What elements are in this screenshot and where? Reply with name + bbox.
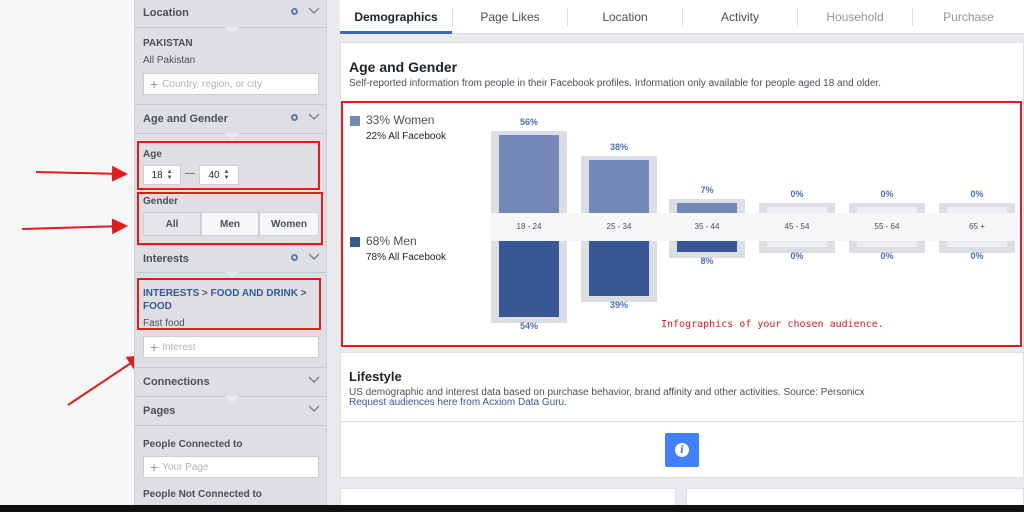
settings-icon[interactable] [291,7,298,15]
connections-heading: Connections [143,376,210,388]
age-gender-section-header[interactable]: Age and Gender [135,106,326,132]
interests-heading: Interests [143,253,189,265]
age-highlight-box [137,141,320,190]
tab-demographics[interactable]: Demographics [340,0,452,34]
settings-icon[interactable] [291,253,298,261]
section-notch [225,133,239,140]
active-tab-indicator [340,31,452,34]
arrow-interests [67,354,140,406]
interest-input[interactable]: + Interest [143,336,319,358]
divider [135,425,326,426]
tab-page-likes[interactable]: Page Likes [453,0,567,34]
pages-section-header[interactable]: Pages [135,398,326,424]
connected-page-input[interactable]: + Your Page [143,456,319,478]
chevron-down-icon[interactable] [308,113,320,121]
chevron-down-icon[interactable] [308,376,320,384]
tab-purchase[interactable]: Purchase [913,0,1024,34]
people-not-connected-label: People Not Connected to [143,489,262,500]
insights-tab-bar: Demographics Page Likes Location Activit… [340,0,1024,34]
bottom-bar [0,505,1024,512]
chart-highlight-box [341,101,1022,347]
plus-icon: + [150,76,159,92]
interests-section-header[interactable]: Interests [135,246,326,272]
chevron-down-icon[interactable] [308,7,320,15]
section-notch [225,27,239,34]
location-section-header[interactable]: Location [135,0,326,26]
arrow-age [35,165,128,182]
info-icon: i [675,443,689,457]
acxiom-link[interactable]: Request audiences here from Acxiom Data … [349,397,567,408]
age-gender-heading: Age and Gender [143,113,228,125]
tab-household[interactable]: Household [798,0,912,34]
connections-section-header[interactable]: Connections [135,369,326,395]
tab-activity[interactable]: Activity [683,0,797,34]
divider [341,421,1023,422]
info-button[interactable]: i [665,433,699,467]
location-country: PAKISTAN [143,38,193,49]
gender-highlight-box [137,192,323,245]
audience-sidebar: Location PAKISTAN All Pakistan + Country… [134,0,327,512]
pages-heading: Pages [143,405,176,417]
lifestyle-title: Lifestyle [349,369,402,384]
people-connected-label: People Connected to [143,439,243,450]
location-heading: Location [143,7,189,19]
connected-page-placeholder: Your Page [162,461,209,473]
plus-icon: + [150,459,159,475]
location-placeholder: Country, region, or city [162,78,263,90]
settings-icon[interactable] [291,113,298,121]
arrow-gender [21,218,128,235]
chevron-down-icon[interactable] [308,253,320,261]
interests-highlight-box [137,278,321,330]
divider [135,367,326,368]
location-region: All Pakistan [143,55,196,66]
interest-placeholder: Interest [162,341,196,353]
lifestyle-card: Lifestyle US demographic and interest da… [340,352,1024,478]
annotation-arrows [21,165,140,406]
chevron-down-icon[interactable] [308,405,320,413]
plus-icon: + [150,339,159,355]
location-input[interactable]: + Country, region, or city [143,73,319,95]
divider [135,104,326,105]
tab-location[interactable]: Location [568,0,682,34]
